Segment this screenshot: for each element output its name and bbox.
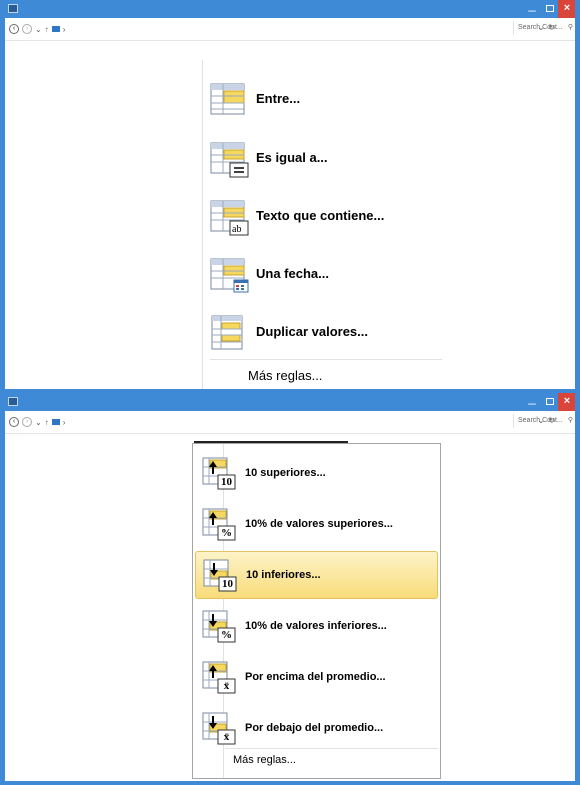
menu-item-label: Duplicar valores...: [256, 323, 368, 339]
menu-item-bottom-10[interactable]: 10 10 inferiores...: [195, 551, 438, 599]
text-contains-icon: ab: [210, 199, 249, 236]
computer-icon: [51, 419, 60, 425]
menu-item-bottom-10-percent[interactable]: % 10% de valores inferiores...: [195, 602, 438, 650]
search-icon[interactable]: ⚲: [568, 21, 573, 35]
explorer-window-1: _ × ‹ › ⌄ ↑ › ⌄ ↻ Search Cont... ⚲ Entre…: [0, 0, 580, 393]
menu-divider: [202, 60, 203, 393]
svg-text:ab: ab: [232, 224, 241, 235]
close-button[interactable]: ×: [558, 0, 576, 18]
menu-item-label: Texto que contiene...: [256, 207, 385, 223]
maximize-button[interactable]: [542, 393, 558, 411]
computer-icon: [51, 26, 60, 32]
search-input[interactable]: Search Cont...: [518, 417, 563, 424]
icon-badge-text: x̄: [223, 731, 230, 743]
maximize-button[interactable]: [542, 0, 558, 18]
window-border: [0, 781, 580, 785]
minimize-button[interactable]: _: [524, 0, 540, 18]
menu-item-text-contains[interactable]: ab Texto que contiene...: [210, 191, 440, 239]
menu-item-label: Entre...: [256, 90, 301, 106]
top-bottom-rules-menu: 10 10 superiores...% 10% de valores superi…: [192, 443, 441, 779]
below-average-icon: x̄: [202, 712, 236, 745]
icon-badge-text: %: [221, 629, 232, 641]
forward-icon[interactable]: ›: [22, 24, 32, 34]
title-bar: _ ×: [0, 393, 580, 411]
close-button[interactable]: ×: [558, 393, 576, 411]
search-input[interactable]: Search Cont...: [518, 24, 563, 31]
window-border: [575, 393, 580, 785]
address-bar: ‹ › ⌄ ↑ › ⌄ ↻ Search Cont... ⚲: [5, 18, 575, 41]
search-icon[interactable]: ⚲: [568, 414, 573, 428]
breadcrumb-chevron-icon[interactable]: ›: [63, 25, 66, 34]
top-10-percent-icon: %: [202, 508, 236, 541]
title-bar: _ ×: [0, 0, 580, 18]
more-rules-item[interactable]: Más reglas...: [233, 754, 296, 766]
menu-item-top-10[interactable]: 10 10 superiores...: [195, 449, 438, 497]
menu-separator: [210, 359, 442, 360]
window-border: [0, 393, 5, 785]
recent-dropdown-icon[interactable]: ⌄: [35, 418, 42, 427]
menu-item-date[interactable]: Una fecha...: [210, 249, 440, 297]
menu-item-top-10-percent[interactable]: % 10% de valores superiores...: [195, 500, 438, 548]
icon-badge-text: 10: [222, 578, 233, 590]
window-border: [0, 0, 5, 393]
back-icon[interactable]: ‹: [9, 24, 19, 34]
window-border: [575, 0, 580, 393]
menu-item-label: Una fecha...: [256, 265, 329, 281]
date-occurring-icon: [210, 257, 249, 293]
search-box[interactable]: Search Cont... ⚲: [513, 414, 575, 428]
menu-item-label: 10 inferiores...: [246, 569, 321, 581]
icon-badge-text: x̄: [223, 680, 230, 692]
more-rules-item[interactable]: Más reglas...: [248, 368, 322, 383]
up-arrow-icon[interactable]: ↑: [45, 25, 49, 34]
bottom-10-percent-icon: %: [202, 610, 236, 643]
menu-item-duplicate-values[interactable]: Duplicar valores...: [210, 307, 440, 355]
highlight-cells-rules-menu: Entre... Es igual a... ab Texto que cont…: [200, 60, 442, 393]
up-arrow-icon[interactable]: ↑: [45, 418, 49, 427]
forward-icon[interactable]: ›: [22, 417, 32, 427]
menu-item-between[interactable]: Entre...: [210, 74, 440, 122]
menu-item-below-average[interactable]: x̄ Por debajo del promedio...: [195, 704, 438, 752]
breadcrumb-chevron-icon[interactable]: ›: [63, 418, 66, 427]
menu-item-above-average[interactable]: x̄ Por encima del promedio...: [195, 653, 438, 701]
menu-item-label: 10% de valores inferiores...: [245, 620, 387, 632]
recent-dropdown-icon[interactable]: ⌄: [35, 25, 42, 34]
menu-item-label: 10 superiores...: [245, 467, 326, 479]
minimize-button[interactable]: _: [524, 393, 540, 411]
top-10-icon: 10: [202, 457, 236, 490]
above-average-icon: x̄: [202, 661, 236, 694]
icon-badge-text: %: [221, 527, 232, 539]
equal-to-icon: [210, 141, 249, 178]
menu-item-label: Por encima del promedio...: [245, 671, 386, 683]
explorer-window-2: _ × ‹ › ⌄ ↑ › ⌄ ↻ Search Cont... ⚲ 10 10 …: [0, 393, 580, 785]
back-icon[interactable]: ‹: [9, 417, 19, 427]
icon-badge-text: 10: [221, 476, 232, 488]
between-icon: [210, 82, 245, 115]
address-bar: ‹ › ⌄ ↑ › ⌄ ↻ Search Cont... ⚲: [5, 411, 575, 434]
window-icon: [8, 4, 18, 13]
menu-item-equal-to[interactable]: Es igual a...: [210, 133, 440, 181]
menu-item-label: Por debajo del promedio...: [245, 722, 384, 734]
menu-item-label: Es igual a...: [256, 149, 328, 165]
menu-item-label: 10% de valores superiores...: [245, 518, 393, 530]
window-icon: [8, 397, 18, 406]
search-box[interactable]: Search Cont... ⚲: [513, 21, 575, 35]
duplicate-values-icon: [210, 315, 243, 350]
menu-separator: [225, 748, 438, 749]
bottom-10-icon: 10: [203, 559, 237, 592]
